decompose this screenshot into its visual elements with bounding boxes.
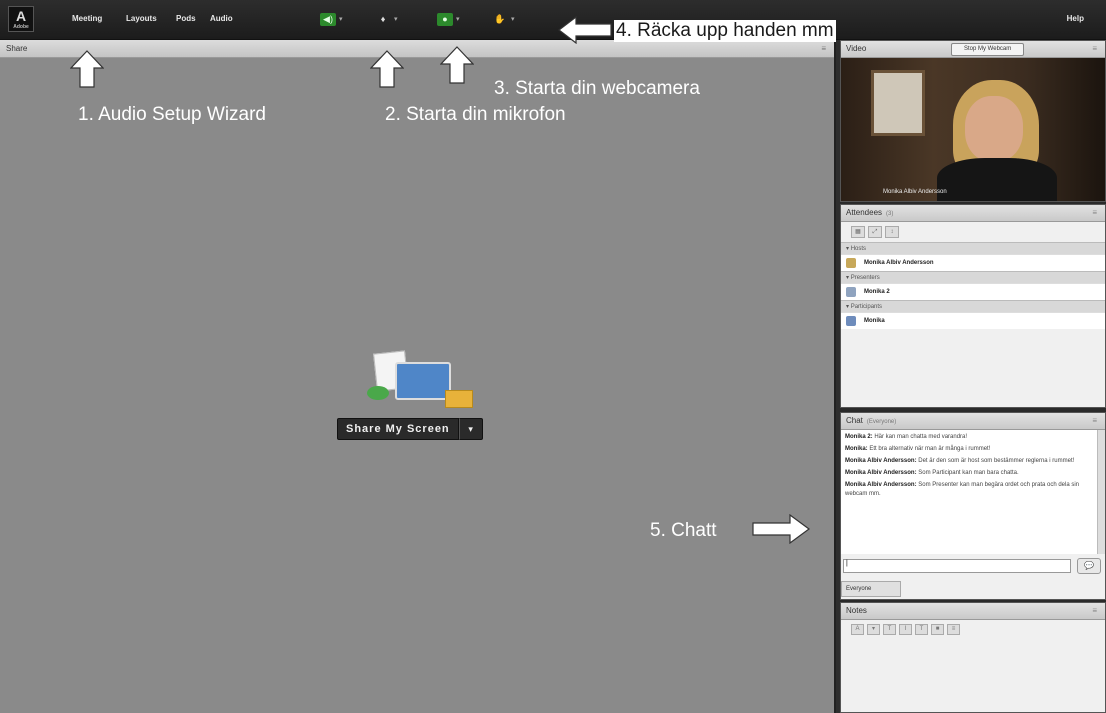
menu-pods[interactable]: Pods [176, 14, 196, 23]
attendees-count: (3) [886, 211, 894, 217]
chat-message: Monika Albiv Andersson: Det är den som ä… [845, 458, 1075, 464]
help-menu[interactable]: Help [1067, 14, 1084, 23]
pod-options-icon[interactable]: ≡ [821, 44, 826, 53]
arrow-left-icon [558, 16, 612, 44]
annotation-audio-setup: 1. Audio Setup Wizard [78, 104, 266, 125]
speaker-icon: ◀) [320, 12, 336, 26]
share-pod-header: Share ≡ [0, 40, 834, 58]
pod-options-icon[interactable]: ≡ [1092, 208, 1097, 217]
pod-options-icon[interactable]: ≡ [1092, 44, 1097, 53]
group-participants[interactable]: ▾ Participants [841, 300, 1105, 312]
share-illustration-icon [367, 350, 477, 412]
menu-bar: A Adobe Meeting Layouts Pods Audio ◀) ▾ ♦… [0, 0, 1106, 40]
send-message-icon[interactable]: 💬 [1077, 558, 1101, 574]
attendee-row[interactable]: Monika 2 [841, 283, 1105, 300]
chat-message: Monika 2: Här kan man chatta med varandr… [845, 434, 968, 440]
pod-options-icon[interactable]: ≡ [1092, 416, 1097, 425]
share-pod-title: Share [6, 44, 28, 53]
attendees-pod: Attendees (3) ≡ ▦ ⤢ ↕ ▾ Hosts Monika Albi… [840, 204, 1106, 408]
expand-icon[interactable]: ⤢ [868, 226, 882, 238]
chat-message: Monika Albiv Andersson: Som Participant … [845, 470, 1019, 476]
video-pod: Video Stop My Webcam ≡ Monika Albiv Ande… [840, 40, 1106, 202]
right-pod-column: Video Stop My Webcam ≡ Monika Albiv Ande… [840, 40, 1106, 713]
menu-meeting[interactable]: Meeting [72, 14, 102, 23]
video-pod-header: Video Stop My Webcam ≡ [841, 41, 1105, 58]
menu-layouts[interactable]: Layouts [126, 14, 157, 23]
presenter-icon [846, 287, 856, 297]
attendees-toolbar: ▦ ⤢ ↕ [841, 222, 1105, 242]
adobe-logo: A Adobe [8, 6, 34, 32]
pod-options-icon[interactable]: ≡ [1092, 606, 1097, 615]
attendees-pod-title: Attendees [846, 208, 883, 217]
host-icon [846, 258, 856, 268]
chat-pod-title: Chat [846, 416, 863, 425]
chat-input[interactable]: | [843, 559, 1071, 573]
attendee-row[interactable]: Monika Albiv Andersson [841, 254, 1105, 271]
group-presenters[interactable]: ▾ Presenters [841, 271, 1105, 283]
stop-my-webcam-button[interactable]: Stop My Webcam [951, 43, 1025, 56]
chat-scrollbar[interactable] [1097, 430, 1105, 554]
bold-icon[interactable]: T [883, 624, 896, 635]
arrow-right-icon [752, 514, 810, 544]
sort-icon[interactable]: ↕ [885, 226, 899, 238]
chat-message: Monika: Ett bra alternativ när man är må… [845, 446, 991, 452]
chat-tab-everyone[interactable]: Everyone [841, 581, 901, 597]
group-hosts[interactable]: ▾ Hosts [841, 242, 1105, 254]
list-view-icon[interactable]: ▦ [851, 226, 865, 238]
share-my-screen-button[interactable]: Share My Screen ▾ [337, 418, 507, 440]
share-pod: Share ≡ Share My Screen ▾ [0, 40, 836, 713]
webcam-video-feed: Monika Albiv Andersson [841, 58, 1105, 201]
color-icon[interactable]: ■ [931, 624, 944, 635]
arrow-up-icon [70, 50, 104, 88]
participant-icon [846, 316, 856, 326]
menu-audio[interactable]: Audio [210, 14, 233, 23]
chat-messages: Monika 2: Här kan man chatta med varandr… [841, 430, 1097, 554]
annotation-microphone: 2. Starta din mikrofon [385, 104, 566, 125]
chat-message: Monika Albiv Andersson: Som Presenter ka… [845, 482, 1080, 497]
chat-pod: Chat (Everyone) ≡ Monika 2: Här kan man c… [840, 412, 1106, 600]
arrow-up-icon [440, 46, 474, 84]
notes-pod: Notes ≡ A ▾ T I T ■ ≡ [840, 602, 1106, 713]
video-caption: Monika Albiv Andersson [883, 189, 947, 195]
chevron-down-icon[interactable]: ▾ [394, 15, 398, 23]
list-icon[interactable]: ≡ [947, 624, 960, 635]
attendees-pod-header: Attendees (3) ≡ [841, 205, 1105, 222]
underline-icon[interactable]: T [915, 624, 928, 635]
adobe-connect-window: A Adobe Meeting Layouts Pods Audio ◀) ▾ ♦… [0, 0, 1106, 713]
share-my-screen-label[interactable]: Share My Screen [337, 418, 459, 440]
annotation-webcam: 3. Starta din webcamera [494, 78, 700, 99]
share-screen-prompt: Share My Screen ▾ [337, 350, 507, 440]
webcam-icon: ● [437, 12, 453, 26]
chat-scope: (Everyone) [866, 419, 897, 425]
microphone-icon: ♦ [380, 14, 386, 24]
italic-icon[interactable]: I [899, 624, 912, 635]
notes-pod-header: Notes ≡ [841, 603, 1105, 620]
font-size-icon[interactable]: A [851, 624, 864, 635]
speaker-button[interactable]: ◀) ▾ [320, 12, 343, 26]
arrow-up-icon [370, 50, 404, 88]
chevron-down-icon[interactable]: ▾ [456, 15, 460, 23]
notes-pod-title: Notes [846, 606, 867, 615]
chat-pod-header: Chat (Everyone) ≡ [841, 413, 1105, 430]
annotation-raise-hand: 4. Räcka upp handen mm [614, 20, 836, 42]
microphone-button[interactable]: ♦ ▾ [375, 12, 398, 26]
raise-hand-button[interactable]: ✋ ▾ [492, 12, 515, 26]
video-pod-title: Video [846, 44, 867, 53]
attendee-row[interactable]: Monika [841, 312, 1105, 329]
annotation-chat: 5. Chatt [650, 520, 717, 541]
notes-toolbar: A ▾ T I T ■ ≡ [841, 620, 1105, 638]
webcam-button[interactable]: ● ▾ [437, 12, 460, 26]
chevron-down-icon[interactable]: ▾ [867, 624, 880, 635]
chevron-down-icon[interactable]: ▾ [339, 15, 343, 23]
chevron-down-icon[interactable]: ▾ [511, 15, 515, 23]
raise-hand-icon: ✋ [494, 13, 506, 24]
share-dropdown-icon[interactable]: ▾ [458, 418, 483, 440]
